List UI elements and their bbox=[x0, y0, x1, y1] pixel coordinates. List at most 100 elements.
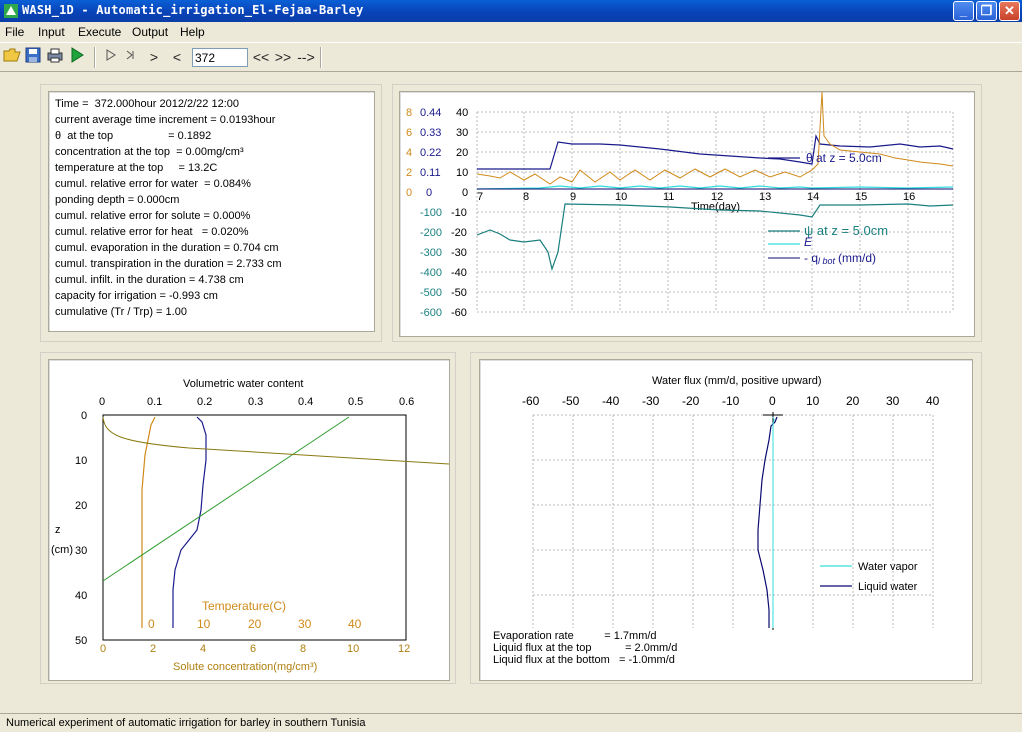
y-tick-c2: 0.44 bbox=[420, 107, 441, 119]
x-tick: 14 bbox=[807, 191, 819, 203]
y-tick-c3: -20 bbox=[451, 227, 467, 239]
temp-tick: 30 bbox=[298, 617, 312, 631]
y-tick-c3: 0 bbox=[462, 187, 468, 199]
temp-tick: 10 bbox=[197, 617, 211, 631]
flux-title: Water flux (mm/d, positive upward) bbox=[652, 375, 822, 387]
evaporation-rate-text: Evaporation rate = 1.7mm/d bbox=[493, 630, 657, 642]
top-tick: 0.4 bbox=[298, 396, 313, 408]
toolbar-separator bbox=[94, 47, 96, 68]
solute-axis-label: Solute concentration(mg/cm³) bbox=[173, 661, 317, 673]
fast-forward-button[interactable]: >> bbox=[272, 47, 294, 67]
vapor-flux-profile bbox=[772, 416, 775, 628]
profile-title: Volumetric water content bbox=[183, 378, 303, 390]
y-tick-c1: 2 bbox=[406, 167, 412, 179]
flux-x-tick: -10 bbox=[722, 394, 740, 408]
maximize-button[interactable]: ❐ bbox=[976, 1, 997, 21]
y-tick-c3: -60 bbox=[451, 307, 467, 319]
flux-x-tick: -20 bbox=[682, 394, 700, 408]
toolbar: > < << >> --> bbox=[0, 42, 1022, 72]
time-chart-panel: 8 6 4 2 0 0.44 0.33 0.22 0.11 0 40 30 20… bbox=[399, 91, 975, 337]
close-button[interactable]: ✕ bbox=[999, 1, 1020, 21]
go-end-button[interactable]: --> bbox=[294, 47, 318, 67]
print-icon[interactable] bbox=[45, 47, 65, 67]
menu-help[interactable]: Help bbox=[180, 25, 205, 39]
y-tick-c4: -300 bbox=[420, 247, 442, 259]
z-axis-label: z bbox=[55, 524, 61, 536]
y-tick-c3: -40 bbox=[451, 267, 467, 279]
x-tick: 15 bbox=[855, 191, 867, 203]
flux-x-tick: 10 bbox=[806, 394, 820, 408]
status-bar: Numerical experiment of automatic irriga… bbox=[0, 713, 1022, 732]
flux-bottom-text: Liquid flux at the bottom = -1.0mm/d bbox=[493, 654, 675, 666]
time-series-chart: 8 6 4 2 0 0.44 0.33 0.22 0.11 0 40 30 20… bbox=[406, 91, 954, 319]
legend-psi-label: ψ at z = 5.0cm bbox=[804, 223, 888, 238]
info-temperature-top: temperature at the top = 13.2C bbox=[55, 162, 218, 174]
solute-tick: 4 bbox=[200, 643, 206, 655]
y-tick-c1: 8 bbox=[406, 107, 412, 119]
menu-input[interactable]: Input bbox=[38, 25, 65, 39]
step-back-button[interactable]: < bbox=[167, 47, 187, 67]
step-forward-button[interactable]: > bbox=[144, 47, 164, 67]
y-tick-c1: 4 bbox=[406, 147, 412, 159]
time-input[interactable] bbox=[192, 48, 248, 67]
top-tick: 0.5 bbox=[348, 396, 363, 408]
fast-back-button[interactable]: << bbox=[250, 47, 272, 67]
flux-x-tick: 30 bbox=[886, 394, 900, 408]
info-panel: Time = 372.000hour 2012/2/22 12:00 curre… bbox=[48, 91, 375, 332]
info-theta-top: θ at the top = 0.1892 bbox=[55, 130, 212, 142]
minimize-button[interactable]: _ bbox=[953, 1, 974, 21]
title-bar: WASH_1D - Automatic_irrigation_El-Fejaa-… bbox=[0, 0, 1022, 22]
flux-x-tick: 20 bbox=[846, 394, 860, 408]
app-icon bbox=[4, 4, 18, 18]
y-tick-c4: -500 bbox=[420, 287, 442, 299]
z-tick: 40 bbox=[75, 590, 87, 602]
save-icon[interactable] bbox=[23, 47, 43, 67]
z-tick: 20 bbox=[75, 500, 87, 512]
profile-panel: Volumetric water content 0 0.1 0.2 0.3 0… bbox=[48, 359, 450, 681]
toolbar-separator bbox=[320, 47, 322, 68]
temperature-series bbox=[476, 91, 954, 185]
menu-file[interactable]: File bbox=[5, 25, 24, 39]
flux-top-text: Liquid flux at the top = 2.0mm/d bbox=[493, 642, 677, 654]
info-irrigation-capacity: capacity for irrigation = -0.993 cm bbox=[55, 290, 218, 302]
info-error-water: cumul. relative error for water = 0.084% bbox=[55, 178, 251, 190]
legend-liquid-label: Liquid water bbox=[858, 581, 918, 593]
y-tick-c1: 6 bbox=[406, 127, 412, 139]
temp-tick: 20 bbox=[248, 617, 262, 631]
info-evaporation: cumul. evaporation in the duration = 0.7… bbox=[55, 242, 279, 254]
temp-tick: 0 bbox=[148, 617, 155, 631]
top-tick: 0.3 bbox=[248, 396, 263, 408]
top-tick: 0 bbox=[99, 396, 105, 408]
solute-tick: 2 bbox=[150, 643, 156, 655]
y-tick-c2: 0.11 bbox=[420, 167, 441, 179]
open-folder-icon[interactable] bbox=[2, 47, 22, 67]
profile-chart: Volumetric water content 0 0.1 0.2 0.3 0… bbox=[51, 378, 450, 673]
run-icon[interactable] bbox=[67, 47, 87, 67]
info-error-solute: cumul. relative error for solute = 0.000… bbox=[55, 210, 251, 222]
menu-execute[interactable]: Execute bbox=[78, 25, 121, 39]
y-tick-c4: -400 bbox=[420, 267, 442, 279]
y-tick-c3: -30 bbox=[451, 247, 467, 259]
status-text: Numerical experiment of automatic irriga… bbox=[6, 717, 366, 729]
legend-vapor-label: Water vapor bbox=[858, 561, 918, 573]
x-axis-label: Time(day) bbox=[691, 201, 740, 213]
info-time: Time = 372.000hour 2012/2/22 12:00 bbox=[55, 98, 239, 110]
play-icon[interactable] bbox=[101, 47, 121, 67]
menu-bar: File Input Execute Output Help bbox=[0, 22, 1022, 41]
flux-x-tick: -40 bbox=[602, 394, 620, 408]
solute-tick: 0 bbox=[100, 643, 106, 655]
info-concentration-top: concentration at the top = 0.00mg/cm³ bbox=[55, 146, 244, 158]
x-tick: 9 bbox=[570, 191, 576, 203]
x-tick: 16 bbox=[903, 191, 915, 203]
flux-x-tick: -30 bbox=[642, 394, 660, 408]
y-tick-c1: 0 bbox=[406, 187, 412, 199]
y-tick-c3: 30 bbox=[456, 127, 468, 139]
skip-forward-icon[interactable] bbox=[122, 47, 142, 67]
window-title: WASH_1D - Automatic_irrigation_El-Fejaa-… bbox=[22, 3, 364, 17]
solute-tick: 12 bbox=[398, 643, 410, 655]
y-tick-c3: -50 bbox=[451, 287, 467, 299]
menu-output[interactable]: Output bbox=[132, 25, 168, 39]
flux-x-tick: -50 bbox=[562, 394, 580, 408]
y-tick-c2: 0.22 bbox=[420, 147, 441, 159]
x-tick: 7 bbox=[477, 191, 483, 203]
